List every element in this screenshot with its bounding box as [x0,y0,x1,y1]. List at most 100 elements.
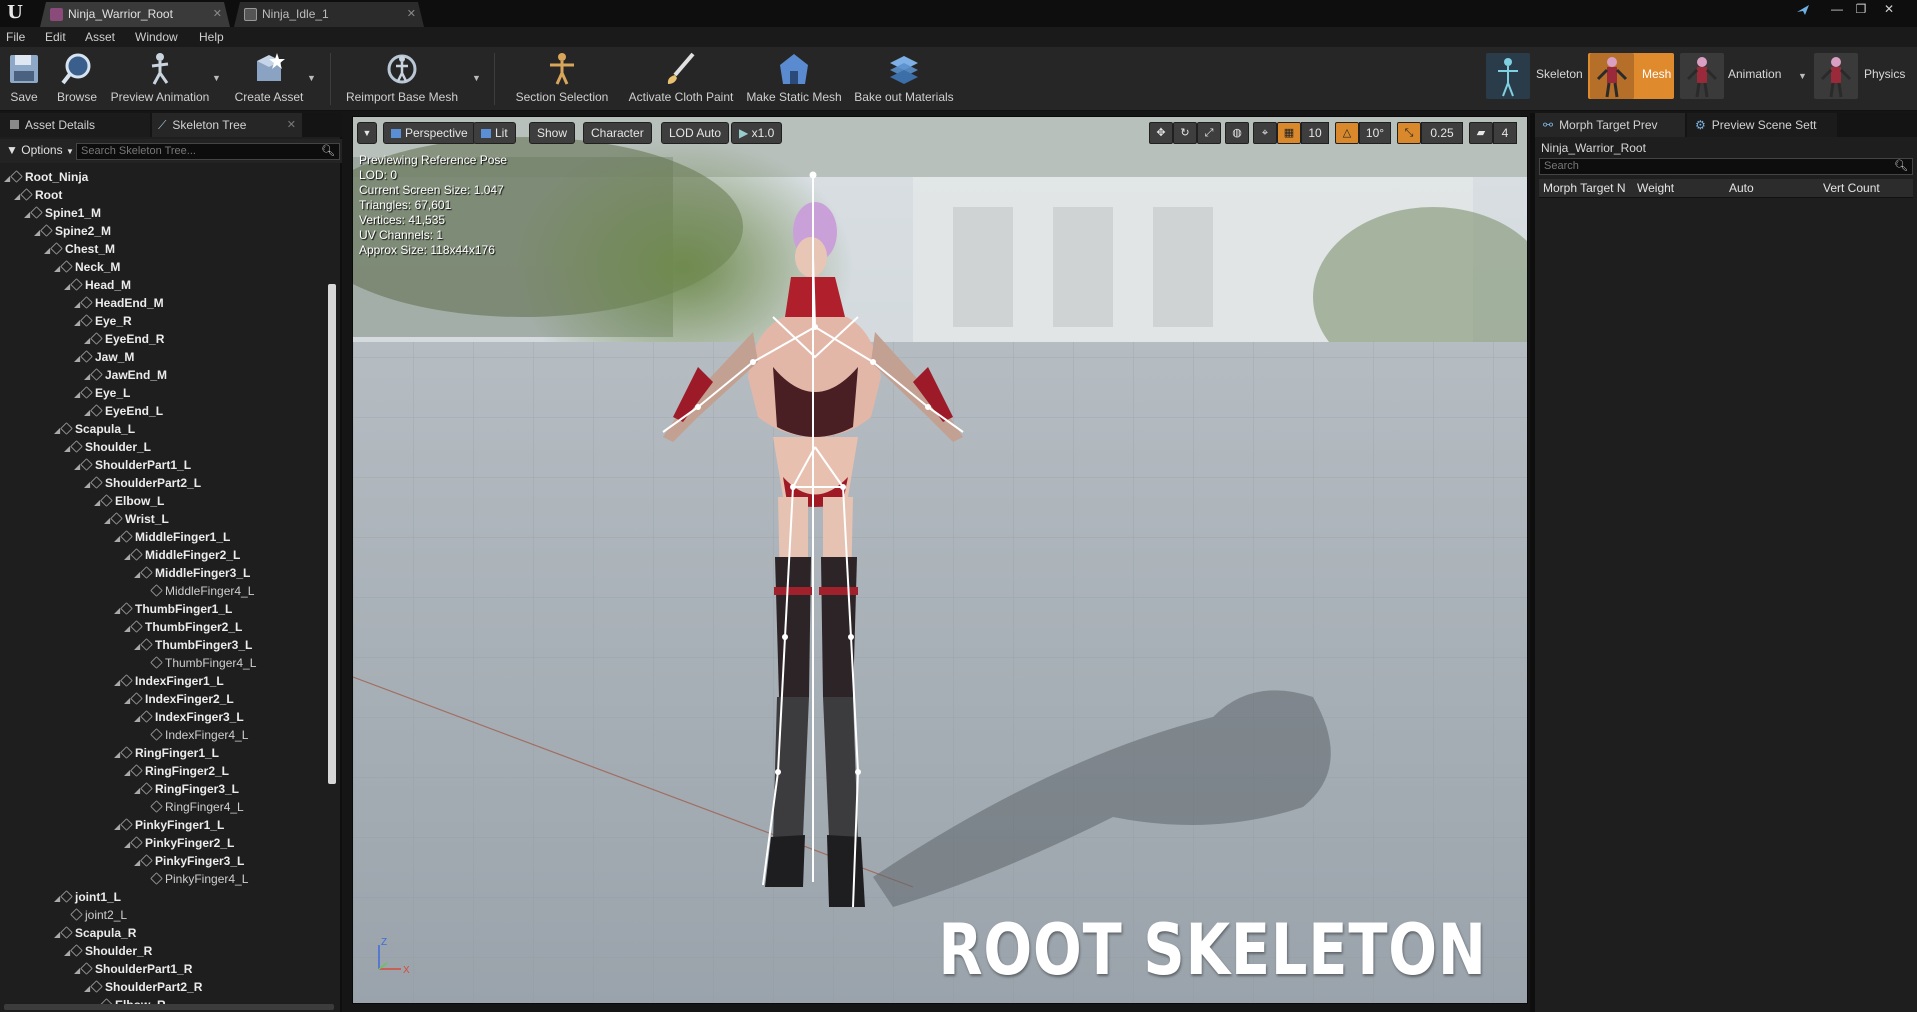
tree-row[interactable]: ◢ HeadEnd_M [74,294,164,312]
camera-speed-value[interactable]: 4 [1493,122,1517,144]
activate-cloth-paint-button[interactable]: Activate Cloth Paint [622,51,740,109]
tree-row[interactable]: ◢ IndexFinger3_L [134,708,244,726]
tree-row[interactable]: ◢ ThumbFinger1_L [114,600,232,618]
create-asset-dropdown-icon[interactable]: ▼ [307,73,316,83]
tree-row[interactable]: ◢ PinkyFinger1_L [114,816,224,834]
expand-arrow-icon[interactable]: ◢ [84,980,92,998]
tree-row[interactable]: ◢ Shoulder_R [64,942,152,960]
scale-mode-icon[interactable]: ⤢ [1197,122,1221,144]
mode-animation-button[interactable]: Animation ▼ [1680,53,1808,99]
tree-row[interactable]: ◢ Wrist_L [104,510,169,528]
tree-row[interactable]: ◢ Head_M [64,276,131,294]
show-button[interactable]: Show [529,122,576,144]
tree-row[interactable]: ◢ Shoulder_L [64,438,151,456]
minimize-button[interactable]: — [1824,0,1850,18]
expand-arrow-icon[interactable]: ◢ [124,620,132,638]
expand-arrow-icon[interactable]: ◢ [114,602,122,620]
browse-button[interactable]: Browse [54,51,100,109]
expand-arrow-icon[interactable]: ◢ [114,530,122,548]
tree-row[interactable]: ◢ Chest_M [44,240,115,258]
expand-arrow-icon[interactable]: ◢ [64,278,72,296]
tab-asset-details[interactable]: Asset Details [0,113,150,137]
tree-row[interactable]: ◢ Scapula_R [54,924,136,942]
camera-speed-icon[interactable]: ▰ [1469,122,1493,144]
viewport-options-button[interactable]: ▼ [357,122,377,144]
tree-row[interactable]: ◢ Root [14,186,62,204]
expand-arrow-icon[interactable]: ◢ [54,926,62,944]
column-morph-target-name[interactable]: Morph Target N [1543,179,1625,198]
expand-arrow-icon[interactable]: ◢ [74,386,82,404]
scale-snap-value[interactable]: 0.25 [1421,122,1463,144]
mode-physics-button[interactable]: Physics [1814,53,1914,99]
scale-snap-icon[interactable]: ⤡ [1397,122,1421,144]
feedback-icon[interactable] [1795,3,1811,17]
tree-row[interactable]: IndexFinger4_L [144,726,248,744]
expand-arrow-icon[interactable]: ◢ [134,854,142,872]
rotation-snap-icon[interactable]: △ [1335,122,1359,144]
character-button[interactable]: Character [583,122,652,144]
options-button[interactable]: ▼ Options ▼ [6,143,74,157]
surface-snap-icon[interactable]: ⌖ [1253,122,1277,144]
grid-snap-icon[interactable]: ▦ [1277,122,1301,144]
expand-arrow-icon[interactable]: ◢ [134,638,142,656]
document-tab-ninja-idle[interactable]: Ninja_Idle_1 ✕ [234,2,424,27]
menu-file[interactable]: File [6,27,25,47]
tree-row[interactable]: ◢ RingFinger1_L [114,744,219,762]
column-auto[interactable]: Auto [1729,179,1754,198]
tree-scrollbar[interactable] [328,284,336,784]
expand-arrow-icon[interactable]: ◢ [104,512,112,530]
tree-horizontal-scrollbar[interactable] [4,1004,334,1010]
expand-arrow-icon[interactable]: ◢ [114,746,122,764]
expand-arrow-icon[interactable]: ◢ [74,314,82,332]
tree-row[interactable]: ◢ ThumbFinger2_L [124,618,242,636]
expand-arrow-icon[interactable]: ◢ [54,890,62,908]
tree-row[interactable]: ◢ MiddleFinger2_L [124,546,240,564]
tab-preview-scene-settings[interactable]: ⚙ Preview Scene Sett [1687,113,1837,137]
tree-row[interactable]: ◢ EyeEnd_L [84,402,163,420]
menu-asset[interactable]: Asset [85,27,115,47]
expand-arrow-icon[interactable]: ◢ [114,674,122,692]
expand-arrow-icon[interactable]: ◢ [114,818,122,836]
close-icon[interactable]: ✕ [213,2,222,27]
mode-mesh-button[interactable]: Mesh [1588,53,1674,99]
tree-row[interactable]: ◢ RingFinger3_L [134,780,239,798]
create-asset-button[interactable]: Create Asset [232,51,306,109]
expand-arrow-icon[interactable]: ◢ [54,422,62,440]
tree-row[interactable]: ◢ RingFinger2_L [124,762,229,780]
animation-mode-dropdown-icon[interactable]: ▼ [1798,71,1807,81]
translate-mode-icon[interactable]: ✥ [1149,122,1173,144]
tree-row[interactable]: ◢ ThumbFinger3_L [134,636,252,654]
expand-arrow-icon[interactable]: ◢ [54,260,62,278]
tree-row[interactable]: ◢ Spine1_M [24,204,101,222]
playback-speed-button[interactable]: ▶ x1.0 [731,122,783,144]
morph-target-search-input[interactable]: Search 🔍︎ [1539,158,1913,175]
expand-arrow-icon[interactable]: ◢ [84,476,92,494]
tree-row[interactable]: ◢ PinkyFinger3_L [134,852,244,870]
tree-row[interactable]: ◢ EyeEnd_R [84,330,164,348]
expand-arrow-icon[interactable]: ◢ [44,242,52,260]
tree-row[interactable]: ◢ Jaw_M [74,348,134,366]
lit-button[interactable]: Lit [473,122,516,144]
document-tab-ninja-warrior-root[interactable]: Ninja_Warrior_Root ✕ [40,2,230,27]
tree-row[interactable]: RingFinger4_L [144,798,244,816]
expand-arrow-icon[interactable]: ◢ [4,170,12,188]
mode-skeleton-button[interactable]: Skeleton [1486,53,1586,99]
expand-arrow-icon[interactable]: ◢ [64,944,72,962]
rotate-mode-icon[interactable]: ↻ [1173,122,1197,144]
expand-arrow-icon[interactable]: ◢ [94,494,102,512]
close-window-button[interactable]: ✕ [1876,0,1902,18]
expand-arrow-icon[interactable]: ◢ [24,206,32,224]
expand-arrow-icon[interactable]: ◢ [124,836,132,854]
expand-arrow-icon[interactable]: ◢ [74,458,82,476]
preview-animation-button[interactable]: Preview Animation [108,51,212,109]
tree-row[interactable]: ◢ IndexFinger2_L [124,690,234,708]
expand-arrow-icon[interactable]: ◢ [74,350,82,368]
maximize-button[interactable]: ❐ [1848,0,1874,18]
tab-skeleton-tree[interactable]: ⟋ Skeleton Tree ✕ [152,113,302,137]
rotation-snap-value[interactable]: 10° [1359,122,1391,144]
expand-arrow-icon[interactable]: ◢ [124,764,132,782]
grid-snap-value[interactable]: 10 [1301,122,1329,144]
tree-row[interactable]: ◢ Eye_L [74,384,130,402]
tree-row[interactable]: PinkyFinger4_L [144,870,248,888]
tree-row[interactable]: ◢ MiddleFinger3_L [134,564,250,582]
